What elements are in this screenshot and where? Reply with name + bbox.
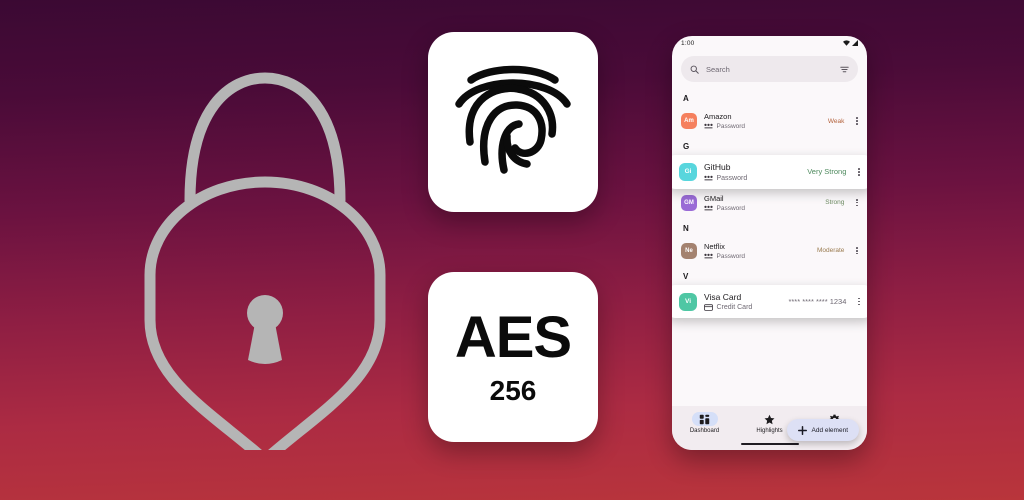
entry-row[interactable]: Vi Visa Card Credit Card **** **** **** 123… [672, 284, 867, 319]
search-placeholder: Search [706, 64, 730, 74]
nav-item-dashboard[interactable]: Dashboard [672, 412, 737, 434]
section-header: N [683, 223, 689, 233]
add-element-button[interactable]: Add element [786, 419, 859, 441]
entry-avatar: Gi [679, 162, 697, 181]
phone-mockup: 1:00 Search A Am Amazon Password Weak G Gi GitH… [672, 36, 867, 450]
entry-title: Amazon [704, 112, 732, 121]
entry-meta: Very Strong [807, 167, 847, 177]
aes-title: AES [454, 305, 572, 370]
search-icon [690, 65, 699, 74]
tune-filter-icon[interactable] [840, 65, 849, 74]
dashboard-grid-icon [691, 412, 718, 426]
entry-avatar: GM [681, 194, 697, 211]
entry-title: Netflix [704, 241, 725, 251]
credit-card-icon [704, 304, 713, 312]
section-header: A [683, 94, 689, 103]
aes-subtitle: 256 [489, 375, 537, 406]
more-options-icon[interactable] [856, 247, 858, 255]
entry-list[interactable]: A Am Amazon Password Weak G Gi GitHub Password Ve… [672, 85, 867, 406]
entry-row[interactable]: GM GMail Password Strong [672, 189, 867, 217]
entry-title: GMail [704, 193, 724, 203]
add-element-label: Add element [811, 426, 849, 434]
more-options-icon[interactable] [858, 168, 860, 176]
entry-meta: **** **** **** 1234 [788, 297, 847, 307]
search-input[interactable]: Search [681, 56, 858, 82]
feature-card-fingerprint [428, 32, 598, 212]
more-options-icon[interactable] [856, 198, 858, 207]
star-icon [757, 412, 783, 426]
section-header: V [683, 271, 689, 281]
entry-row[interactable]: Gi GitHub Password Very Strong [672, 155, 867, 189]
more-options-icon[interactable] [858, 297, 860, 306]
nav-label: Highlights [756, 428, 783, 434]
entry-type: Password [716, 174, 748, 182]
entry-type: Password [716, 123, 746, 131]
entry-meta: Moderate [816, 247, 845, 255]
password-dots-icon [704, 205, 713, 211]
entry-row[interactable]: Am Amazon Password Weak [672, 107, 867, 135]
entry-type: Credit Card [716, 304, 753, 312]
entry-row[interactable]: Ne Netflix Password Moderate [672, 237, 867, 265]
signal-icon [852, 40, 858, 46]
more-options-icon[interactable] [856, 117, 858, 125]
plus-icon [797, 425, 807, 435]
entry-avatar: Ne [681, 242, 697, 259]
password-dots-icon [704, 253, 713, 259]
password-dots-icon [704, 175, 713, 180]
status-time: 1:00 [681, 39, 695, 47]
entry-avatar: Vi [679, 292, 697, 311]
lock-shield-logo [144, 72, 386, 450]
entry-type: Password [716, 252, 746, 260]
feature-card-aes: AES 256 [428, 272, 598, 442]
nav-label: Dashboard [689, 428, 720, 434]
entry-title: GitHub [704, 162, 731, 173]
home-indicator [740, 442, 799, 445]
entry-type: Password [716, 204, 746, 212]
entry-avatar: Am [681, 113, 697, 130]
status-bar: 1:00 [672, 36, 867, 50]
wifi-icon [842, 40, 850, 46]
password-dots-icon [704, 123, 713, 129]
entry-meta: Strong [825, 199, 845, 207]
section-header: G [683, 142, 690, 152]
fingerprint-icon [455, 65, 571, 174]
entry-meta: Weak [827, 117, 845, 125]
entry-title: Visa Card [704, 291, 742, 302]
